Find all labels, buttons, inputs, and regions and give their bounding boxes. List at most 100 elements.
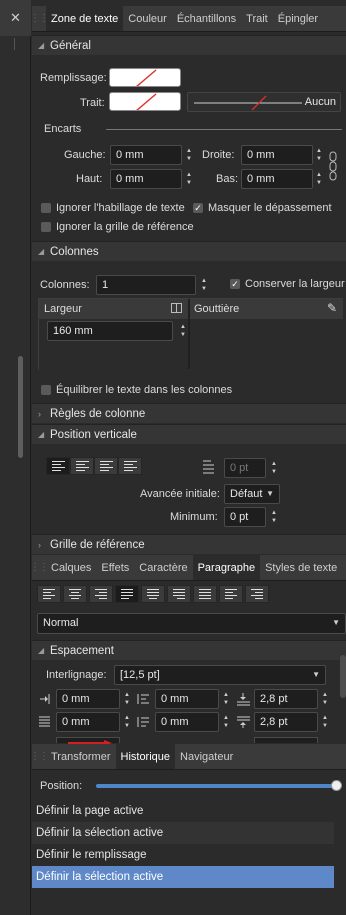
vertical-offset-field[interactable]: 0 pt (224, 458, 266, 478)
space-before-icon (236, 692, 251, 706)
vertical-offset-icon (202, 459, 216, 475)
align-right-button[interactable] (89, 585, 113, 603)
tab-paragraphe[interactable]: Paragraphe (192, 555, 261, 580)
tab-caractere[interactable]: Caractère (134, 555, 192, 580)
paragraph-style-value: Normal (43, 617, 79, 629)
hide-overflow-checkbox[interactable]: ✓ (193, 203, 203, 213)
keep-width-checkbox[interactable]: ✓ (230, 279, 240, 289)
tab-styles-de-texte[interactable]: Styles de texte (260, 555, 342, 580)
section-general[interactable]: ◢ Général (32, 35, 346, 55)
tab-zone-de-texte[interactable]: Zone de texte (46, 6, 124, 31)
espacement-scrollbar[interactable] (340, 655, 346, 698)
tab-epingler[interactable]: Épingler (273, 6, 323, 31)
first-line-indent-stepper[interactable]: ▲ ▼ (221, 689, 231, 709)
right-indent-stepper[interactable]: ▲ ▼ (122, 712, 132, 732)
tab-navigateur[interactable]: Navigateur (175, 744, 238, 769)
last-line-indent-field[interactable]: 0 mm (155, 712, 219, 732)
tab-effets[interactable]: Effets (96, 555, 134, 580)
justify-all-button[interactable] (193, 585, 217, 603)
right-indent-field[interactable]: 0 mm (56, 712, 120, 732)
grip-icon[interactable]: ⋮⋮ (30, 744, 49, 769)
space-after-stepper[interactable]: ▲ ▼ (320, 712, 330, 732)
balance-option[interactable]: Équilibrer le texte dans les colonnes (41, 384, 232, 396)
history-item-selected[interactable]: Définir la sélection active (32, 866, 334, 888)
align-bottom-button[interactable] (94, 457, 118, 475)
ignore-grid-checkbox[interactable] (41, 222, 51, 232)
first-line-indent-field[interactable]: 0 mm (155, 689, 219, 709)
stroke-swatch[interactable] (109, 92, 181, 111)
align-justify-button[interactable] (118, 457, 142, 475)
stroke-label: Trait: (80, 97, 105, 109)
minimum-field[interactable]: 0 pt (224, 507, 266, 527)
columns-count-field[interactable]: 1 (96, 275, 196, 295)
col-width-field[interactable]: 160 mm (47, 321, 173, 341)
left-indent-field[interactable]: 0 mm (56, 689, 120, 709)
align-away-spine-button[interactable] (245, 585, 269, 603)
left-inset-field[interactable]: 0 mm (110, 145, 182, 165)
tab-echantillons[interactable]: Échantillons (172, 6, 241, 31)
grip-icon[interactable]: ⋮⋮ (30, 6, 49, 31)
chevron-down-icon: ▼ (332, 618, 340, 627)
align-left-button[interactable] (37, 585, 61, 603)
bottom-inset-stepper[interactable]: ▲ ▼ (314, 169, 324, 189)
link-chain-icon[interactable] (329, 151, 337, 181)
section-colonnes[interactable]: ◢ Colonnes (32, 241, 346, 261)
tab-historique[interactable]: Historique (115, 744, 176, 769)
align-top-button[interactable] (46, 457, 70, 475)
left-scrollbar[interactable] (18, 356, 23, 458)
vertical-offset-stepper[interactable]: ▲ ▼ (269, 458, 279, 478)
tab-transformer[interactable]: Transformer (46, 744, 116, 769)
keep-width-option[interactable]: ✓ Conserver la largeur (230, 278, 345, 290)
paragraph-style-dropdown[interactable]: Normal ▼ (37, 613, 346, 634)
align-towards-spine-button[interactable] (219, 585, 243, 603)
top-inset-field[interactable]: 0 mm (110, 169, 182, 189)
leading-dropdown[interactable]: [12,5 pt] ▼ (114, 665, 326, 685)
history-item[interactable]: Définir la sélection active (32, 822, 334, 844)
columns-width-icon[interactable] (171, 303, 182, 313)
section-regles[interactable]: › Règles de colonne (32, 403, 346, 423)
align-center-button[interactable] (70, 457, 94, 475)
close-icon[interactable]: ✕ (0, 0, 31, 36)
chevron-down-icon: ◢ (38, 430, 45, 439)
columns-count-stepper[interactable]: ▲ ▼ (199, 275, 209, 295)
ignore-wrap-option[interactable]: Ignorer l'habillage de texte (41, 202, 185, 214)
space-before-field[interactable]: 2,8 pt (254, 689, 318, 709)
grip-icon[interactable]: ⋮⋮ (30, 555, 49, 580)
justify-left-button[interactable] (115, 585, 139, 603)
right-inset-field[interactable]: 0 mm (241, 145, 313, 165)
leading-value: [12,5 pt] (120, 669, 160, 681)
left-indent-stepper[interactable]: ▲ ▼ (122, 689, 132, 709)
initial-advance-dropdown[interactable]: Défaut ▼ (224, 484, 280, 504)
last-line-indent-stepper[interactable]: ▲ ▼ (221, 712, 231, 732)
left-inset-stepper[interactable]: ▲ ▼ (184, 145, 194, 165)
tab-calques[interactable]: Calques (46, 555, 96, 580)
fill-swatch[interactable] (109, 68, 181, 87)
bottom-inset-field[interactable]: 0 mm (241, 169, 313, 189)
mid-tabbar: ⋮⋮ Calques Effets Caractère Paragraphe S… (30, 555, 346, 581)
col-width-stepper[interactable]: ▲ ▼ (178, 321, 188, 341)
hide-overflow-option[interactable]: ✓ Masquer le dépassement (193, 202, 332, 214)
history-item[interactable]: Définir le remplissage (32, 844, 334, 866)
history-item[interactable]: Définir la page active (32, 800, 334, 822)
tab-trait[interactable]: Trait (241, 6, 273, 31)
position-slider-track[interactable] (96, 784, 336, 788)
position-slider-handle[interactable] (331, 780, 342, 791)
minimum-stepper[interactable]: ▲ ▼ (269, 507, 279, 527)
section-espacement[interactable]: ◢ Espacement (32, 640, 346, 660)
stroke-style-selector[interactable]: Aucun (187, 92, 341, 112)
right-inset-stepper[interactable]: ▲ ▼ (314, 145, 324, 165)
pen-icon[interactable]: ✎ (327, 301, 337, 315)
tab-couleur[interactable]: Couleur (123, 6, 172, 31)
none-slash-icon (136, 69, 157, 86)
ignore-wrap-checkbox[interactable] (41, 203, 51, 213)
space-before-stepper[interactable]: ▲ ▼ (320, 689, 330, 709)
section-position[interactable]: ◢ Position verticale (32, 424, 346, 444)
justify-center-button[interactable] (141, 585, 165, 603)
align-center-text-button[interactable] (63, 585, 87, 603)
space-after-field[interactable]: 2,8 pt (254, 712, 318, 732)
justify-right-button[interactable] (167, 585, 191, 603)
ignore-grid-option[interactable]: Ignorer la grille de référence (41, 221, 194, 233)
top-inset-stepper[interactable]: ▲ ▼ (184, 169, 194, 189)
balance-checkbox[interactable] (41, 385, 51, 395)
section-grille[interactable]: › Grille de référence (32, 534, 346, 554)
